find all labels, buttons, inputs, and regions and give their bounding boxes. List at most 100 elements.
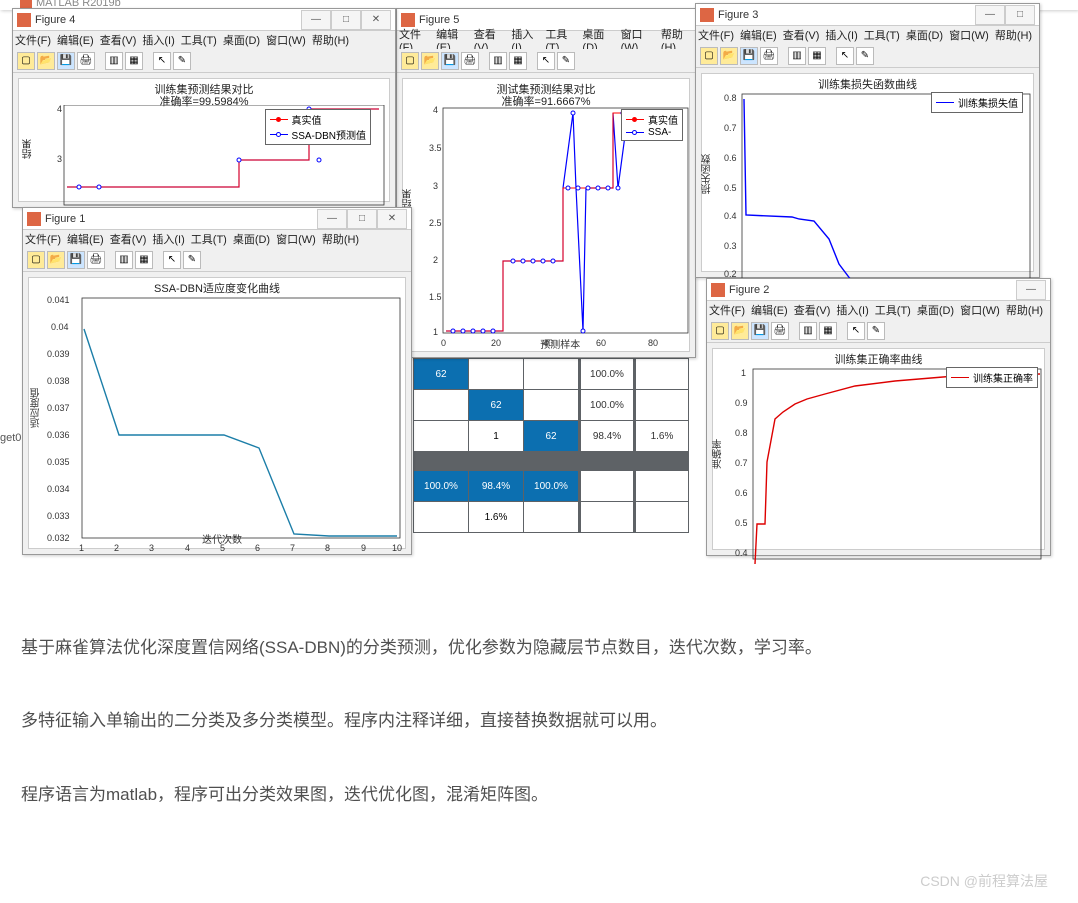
legend[interactable]: 真实值 SSA-DBN预测值 <box>265 109 371 145</box>
svg-text:1.5: 1.5 <box>429 292 442 302</box>
open-figure-icon[interactable]: 📂 <box>37 52 55 70</box>
figure-menubar[interactable]: 文件(F)编辑(E)查看(V)插入(I)工具(T)桌面(D)窗口(W)帮助(H) <box>23 230 411 248</box>
minimize-button[interactable]: — <box>975 5 1005 25</box>
close-button[interactable]: ✕ <box>377 209 407 229</box>
svg-text:80: 80 <box>648 338 658 348</box>
svg-text:2.5: 2.5 <box>429 218 442 228</box>
maximize-button[interactable]: □ <box>1005 5 1035 25</box>
open-figure-icon[interactable]: 📂 <box>421 52 439 70</box>
figure-toolbar[interactable]: ▢ 📂 💾 🖨 ▥ ▦ ↖ ✎ <box>13 49 395 73</box>
figure-3-axes[interactable]: 训练集损失函数曲线 损失函数 0.80.70.60.50.40.30.2 训练集… <box>701 73 1034 272</box>
svg-text:0: 0 <box>441 338 446 348</box>
figure-2-axes[interactable]: 训练集正确率曲线 准确率 10.90.80.70.60.50.4 训练集正确率 <box>712 348 1045 550</box>
save-figure-icon[interactable]: 💾 <box>441 52 459 70</box>
figure-menubar[interactable]: 文件(F) 编辑(E) 查看(V) 插入(I) 工具(T) 桌面(D) 窗口(W… <box>13 31 395 49</box>
figure-1-titlebar[interactable]: Figure 1 — □ ✕ <box>23 208 411 230</box>
figure-5-window[interactable]: Figure 5 文件(F)编辑(E)查看(V)插入(I)工具(T)桌面(D)窗… <box>396 8 696 358</box>
figure-4-titlebar[interactable]: Figure 4 — □ ✕ <box>13 9 395 31</box>
menu-file[interactable]: 文件(F) <box>15 32 51 48</box>
svg-text:20: 20 <box>491 338 501 348</box>
menu-tools[interactable]: 工具(T) <box>181 32 217 48</box>
toggle-tool-icon[interactable]: ▥ <box>489 52 507 70</box>
matlab-figure-icon <box>27 212 41 226</box>
figure-1-title: Figure 1 <box>45 213 85 225</box>
cm-cell <box>469 359 523 389</box>
print-icon[interactable]: 🖨 <box>77 52 95 70</box>
menu-insert[interactable]: 插入(I) <box>142 32 174 48</box>
figure-toolbar[interactable]: ▢📂💾🖨▥▦↖✎ <box>707 319 1050 343</box>
figure-2-titlebar[interactable]: Figure 2 — <box>707 279 1050 301</box>
cm-cell: 1 <box>469 421 523 451</box>
figure-5-axes[interactable]: 测试集预测结果对比 准确率=91.6667% 预测结果 43.532.521.5… <box>402 78 690 352</box>
svg-text:0.8: 0.8 <box>735 428 748 438</box>
figure-menubar[interactable]: 文件(F)编辑(E)查看(V)插入(I)工具(T)桌面(D)窗口(W)帮助(H) <box>696 26 1039 44</box>
cm-cell: 98.4% <box>579 421 633 451</box>
new-figure-icon[interactable]: ▢ <box>17 52 35 70</box>
minimize-button[interactable]: — <box>317 209 347 229</box>
svg-text:0.4: 0.4 <box>735 548 748 558</box>
edit-plot-icon[interactable]: ✎ <box>557 52 575 70</box>
toggle-tool-icon[interactable]: ▦ <box>509 52 527 70</box>
svg-text:8: 8 <box>325 543 330 553</box>
cm-cell <box>524 390 578 420</box>
svg-text:1: 1 <box>79 543 84 553</box>
figure-2-title: Figure 2 <box>729 284 769 296</box>
svg-text:0.7: 0.7 <box>724 123 737 133</box>
menu-view[interactable]: 查看(V) <box>100 32 137 48</box>
figure-menubar[interactable]: 文件(F)编辑(E)查看(V)插入(I)工具(T)桌面(D)窗口(W)帮助(H) <box>707 301 1050 319</box>
menu-help[interactable]: 帮助(H) <box>312 32 349 48</box>
toggle-tool-icon[interactable]: ▥ <box>105 52 123 70</box>
svg-text:0.6: 0.6 <box>724 153 737 163</box>
description-p1: 基于麻雀算法优化深度置信网络(SSA-DBN)的分类预测，优化参数为隐藏层节点数… <box>21 623 1051 672</box>
figure-1-window[interactable]: Figure 1 — □ ✕ 文件(F)编辑(E)查看(V)插入(I)工具(T)… <box>22 207 412 555</box>
cm-cell <box>414 421 468 451</box>
figure-2-window[interactable]: Figure 2 — 文件(F)编辑(E)查看(V)插入(I)工具(T)桌面(D… <box>706 278 1051 556</box>
edit-plot-icon[interactable]: ✎ <box>173 52 191 70</box>
matlab-figure-icon <box>401 13 415 27</box>
close-button[interactable]: ✕ <box>361 10 391 30</box>
svg-text:0.6: 0.6 <box>735 488 748 498</box>
arrow-icon[interactable]: ↖ <box>537 52 555 70</box>
minimize-button[interactable]: — <box>301 10 331 30</box>
maximize-button[interactable]: □ <box>347 209 377 229</box>
cm-cell <box>414 390 468 420</box>
minimize-button[interactable]: — <box>1016 280 1046 300</box>
figure-toolbar[interactable]: ▢📂💾🖨 ▥▦ ↖✎ <box>397 49 695 73</box>
svg-text:7: 7 <box>290 543 295 553</box>
cm-cell: 62 <box>414 359 468 389</box>
figure-menubar[interactable]: 文件(F)编辑(E)查看(V)插入(I)工具(T)桌面(D)窗口(W)帮助(H) <box>397 31 695 49</box>
matlab-figure-icon <box>17 13 31 27</box>
figure-toolbar[interactable]: ▢📂💾🖨▥▦↖✎ <box>23 248 411 272</box>
cm-cell <box>634 390 688 420</box>
svg-text:0.3: 0.3 <box>724 241 737 251</box>
svg-text:3: 3 <box>57 154 62 164</box>
legend[interactable]: 训练集正确率 <box>946 367 1038 388</box>
svg-text:3: 3 <box>433 181 438 191</box>
figure-toolbar[interactable]: ▢📂💾🖨▥▦↖✎ <box>696 44 1039 68</box>
legend[interactable]: 真实值 SSA- <box>621 109 683 141</box>
menu-edit[interactable]: 编辑(E) <box>57 32 94 48</box>
figure-3-window[interactable]: Figure 3 — □ 文件(F)编辑(E)查看(V)插入(I)工具(T)桌面… <box>695 3 1040 278</box>
cm-cell: 1.6% <box>634 421 688 451</box>
description-p2: 多特征输入单输出的二分类及多分类模型。程序内注释详细，直接替换数据就可以用。 <box>21 696 1051 745</box>
svg-text:4: 4 <box>185 543 190 553</box>
svg-text:0.034: 0.034 <box>47 484 70 494</box>
save-figure-icon[interactable]: 💾 <box>57 52 75 70</box>
svg-text:0.4: 0.4 <box>724 211 737 221</box>
new-figure-icon[interactable]: ▢ <box>401 52 419 70</box>
toggle-tool-icon[interactable]: ▦ <box>125 52 143 70</box>
svg-text:1: 1 <box>741 368 746 378</box>
arrow-icon[interactable]: ↖ <box>153 52 171 70</box>
cm-cell: 100.0% <box>579 390 633 420</box>
figure-3-titlebar[interactable]: Figure 3 — □ <box>696 4 1039 26</box>
maximize-button[interactable]: □ <box>331 10 361 30</box>
menu-window[interactable]: 窗口(W) <box>266 32 306 48</box>
svg-text:0.035: 0.035 <box>47 457 70 467</box>
figure-4-axes[interactable]: 训练集预测结果对比 准确率=99.5984% 结果 43 真实值 SSA-DBN… <box>18 78 390 202</box>
print-icon[interactable]: 🖨 <box>461 52 479 70</box>
figure-1-axes[interactable]: SSA-DBN适应度变化曲线 适应度值 0.0410.040.0390.0380… <box>28 277 406 549</box>
figure-4-window[interactable]: Figure 4 — □ ✕ 文件(F) 编辑(E) 查看(V) 插入(I) 工… <box>12 8 396 208</box>
cm-cell: 100.0% <box>579 359 633 389</box>
legend[interactable]: 训练集损失值 <box>931 92 1023 113</box>
menu-desktop[interactable]: 桌面(D) <box>223 32 260 48</box>
